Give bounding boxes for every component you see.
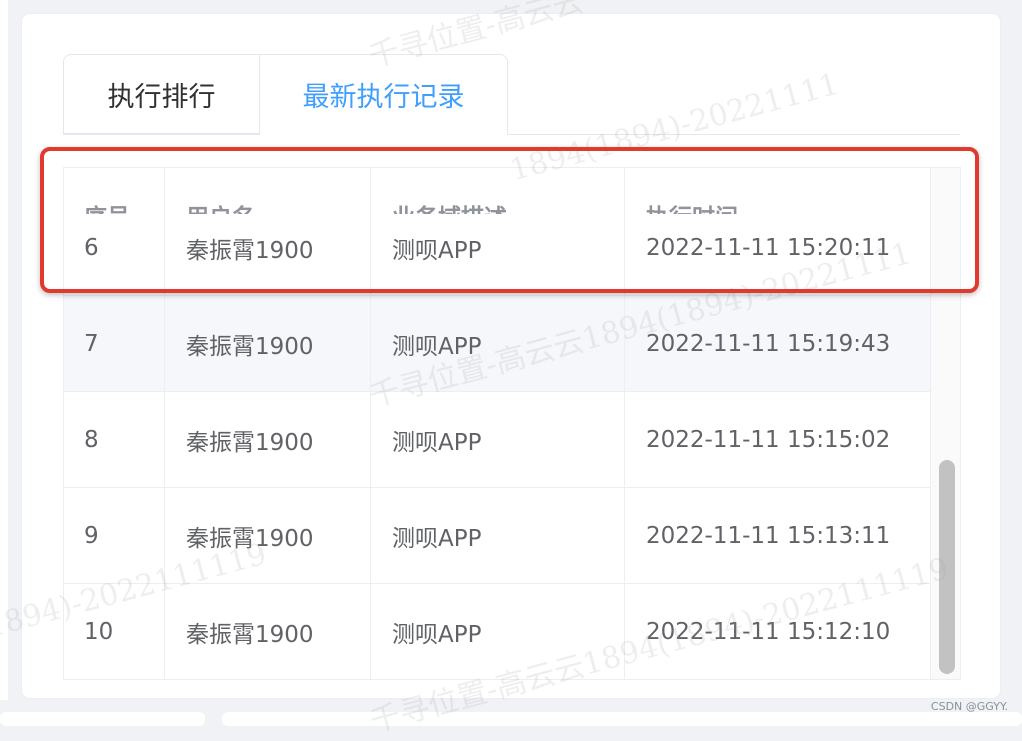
- adjacent-panel-bottom-right: [222, 712, 1022, 726]
- source-credit: CSDN @GGYY.: [930, 700, 1008, 713]
- cell-index: 7: [84, 330, 99, 357]
- cell-username: 秦振霄1900: [186, 333, 314, 360]
- cell-index: 8: [84, 426, 99, 453]
- cell-domain: 测呗APP: [392, 525, 482, 552]
- cell-username: 秦振霄1900: [186, 429, 314, 456]
- cell-username: 秦振霄1900: [186, 525, 314, 552]
- adjacent-panel-bottom-left: [0, 712, 205, 726]
- cell-time: 2022-11-11 15:12:10: [646, 619, 891, 645]
- tab-execution-ranking[interactable]: 执行排行: [63, 54, 259, 134]
- cell-time: 2022-11-11 15:15:02: [646, 426, 891, 453]
- highlight-annotation-box: [40, 147, 979, 293]
- tab-latest-records[interactable]: 最新执行记录: [259, 54, 508, 135]
- vertical-scrollbar-thumb[interactable]: [939, 460, 955, 674]
- cell-username: 秦振霄1900: [186, 622, 314, 648]
- cell-domain: 测呗APP: [392, 622, 482, 648]
- table-row[interactable]: 7 秦振霄1900 测呗APP 2022-11-11 15:19:43: [64, 296, 930, 392]
- table-row[interactable]: 8 秦振霄1900 测呗APP 2022-11-11 15:15:02: [64, 392, 930, 488]
- tab-label: 执行排行: [107, 81, 216, 113]
- cell-time: 2022-11-11 15:13:11: [646, 522, 891, 549]
- adjacent-panel-left: [0, 0, 8, 700]
- cell-index: 9: [84, 522, 99, 549]
- tab-bar: 执行排行 最新执行记录: [63, 54, 960, 135]
- cell-domain: 测呗APP: [392, 333, 482, 360]
- tab-bar-divider: [63, 134, 960, 135]
- table-row[interactable]: 10 秦振霄1900 测呗APP 2022-11-11 15:12:10: [64, 584, 930, 679]
- cell-index: 10: [84, 619, 114, 645]
- cell-time: 2022-11-11 15:19:43: [646, 330, 891, 357]
- tab-label: 最新执行记录: [302, 82, 465, 113]
- table-row[interactable]: 9 秦振霄1900 测呗APP 2022-11-11 15:13:11: [64, 488, 930, 584]
- cell-domain: 测呗APP: [392, 429, 482, 456]
